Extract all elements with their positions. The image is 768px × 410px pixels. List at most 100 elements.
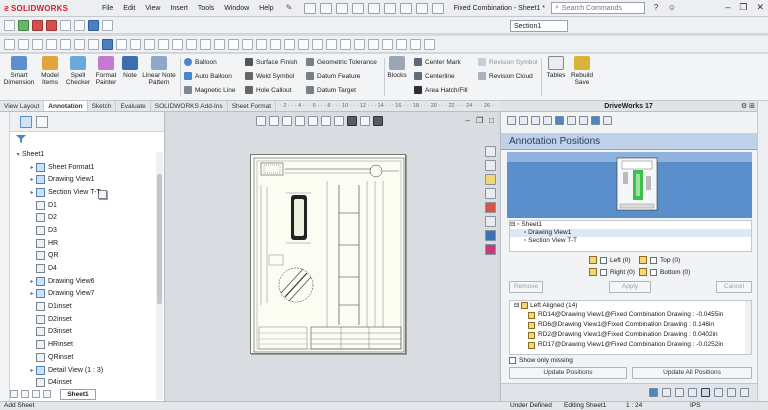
previous-view-icon[interactable] xyxy=(282,116,292,126)
update-positions-button[interactable]: Update Positions xyxy=(509,367,627,379)
file-explorer-icon[interactable] xyxy=(485,174,496,185)
cancel-button[interactable]: Cancel xyxy=(716,281,752,293)
mirror-icon[interactable] xyxy=(130,38,141,50)
tree-item[interactable]: QR xyxy=(14,250,154,263)
tab-sketch[interactable]: Sketch xyxy=(88,101,117,111)
tree-item[interactable]: D2inset xyxy=(14,313,154,326)
pan-icon[interactable] xyxy=(410,38,421,50)
tree-sheet1[interactable]: ⊟ ▫ Sheet1 xyxy=(510,221,751,229)
result-row[interactable]: RD17@Drawing View1@Fixed Combination Dra… xyxy=(510,340,751,350)
tree-item[interactable]: ▸ Drawing View7 xyxy=(14,288,154,301)
status-units[interactable]: IPS xyxy=(690,402,700,410)
custom-properties-icon[interactable] xyxy=(485,216,496,227)
stop-macro-icon[interactable] xyxy=(32,19,43,31)
view-palette-icon[interactable] xyxy=(485,188,496,199)
expand-arrow-icon[interactable]: ▸ xyxy=(28,278,36,285)
tree-item[interactable]: HRinset xyxy=(14,338,154,351)
tree-item[interactable]: HR xyxy=(14,237,154,250)
weld-symbol-button[interactable]: Weld Symbol xyxy=(245,72,294,80)
revision-cloud-button[interactable]: Revision Cloud xyxy=(478,72,533,80)
expand-arrow-icon[interactable]: ▸ xyxy=(28,367,36,374)
tree-item[interactable]: D1 xyxy=(14,199,154,212)
user-icon[interactable]: ☺ xyxy=(667,3,677,13)
centerline-sketch-icon[interactable] xyxy=(186,38,197,50)
result-row[interactable]: RD6@Drawing View1@Fixed Combination Draw… xyxy=(510,320,751,330)
dw-annotation-positions-icon[interactable] xyxy=(701,388,710,397)
menu-tools[interactable]: Tools xyxy=(198,5,214,12)
new-macro-icon[interactable] xyxy=(74,19,85,31)
convert-icon[interactable] xyxy=(298,38,309,50)
expand-arrow-icon[interactable]: ▾ xyxy=(14,151,22,158)
view-settings-icon[interactable] xyxy=(373,116,383,126)
expand-arrow-icon[interactable]: ▸ xyxy=(28,189,36,196)
appearances-icon[interactable] xyxy=(485,202,496,213)
solidworks-resources-icon[interactable] xyxy=(485,146,496,157)
pin-icon[interactable]: ✎ xyxy=(286,4,294,12)
centerline-button[interactable]: Centerline xyxy=(414,72,455,80)
relations-icon[interactable] xyxy=(158,38,169,50)
dimension-icon[interactable] xyxy=(368,38,379,50)
tree-item[interactable]: D1inset xyxy=(14,300,154,313)
dw-annotation-icon[interactable] xyxy=(591,116,600,125)
auto-balloon-button[interactable]: Auto Balloon xyxy=(184,72,232,80)
datum-target-button[interactable]: Datum Target xyxy=(306,86,356,94)
datum-feature-button[interactable]: Datum Feature xyxy=(306,72,360,80)
undo-icon[interactable] xyxy=(367,2,380,14)
rectangle-icon[interactable] xyxy=(32,38,43,50)
design-library-icon[interactable] xyxy=(485,160,496,171)
block-icon[interactable] xyxy=(354,38,365,50)
ellipse-icon[interactable] xyxy=(256,38,267,50)
blocks-button[interactable]: Blocks xyxy=(386,56,408,79)
last-sheet-icon[interactable] xyxy=(43,390,51,398)
view-orientation-icon[interactable] xyxy=(334,116,344,126)
rebuild-save-button[interactable]: Rebuild Save xyxy=(569,56,595,86)
menu-file[interactable]: File xyxy=(102,5,113,12)
apply-button[interactable]: Apply xyxy=(609,281,651,293)
tab-view-layout[interactable]: View Layout xyxy=(0,101,45,111)
tree-drawing-view1[interactable]: ▫ Drawing View1 xyxy=(510,229,751,237)
balloon-button[interactable]: Balloon xyxy=(184,58,217,66)
menu-window[interactable]: Window xyxy=(224,5,249,12)
tree-item[interactable]: ▸ Sheet Format1 xyxy=(14,161,154,174)
parabola-icon[interactable] xyxy=(270,38,281,50)
tree-scrollbar[interactable] xyxy=(156,152,163,400)
bottom-checkbox[interactable]: Bottom (0) xyxy=(639,268,690,276)
edit-macro-icon[interactable] xyxy=(60,19,71,31)
tree-item[interactable]: ▾ Sheet1 xyxy=(14,148,154,199)
hole-callout-button[interactable]: Hole Callout xyxy=(245,86,291,94)
circle-icon[interactable] xyxy=(46,38,57,50)
expand-arrow-icon[interactable]: ▸ xyxy=(28,290,36,297)
graphics-minimize-icon[interactable]: – xyxy=(466,116,470,125)
top-checkbox[interactable]: Top (0) xyxy=(639,256,680,264)
point-icon[interactable] xyxy=(172,38,183,50)
dw-home-icon[interactable] xyxy=(507,116,516,125)
new-icon[interactable] xyxy=(303,2,316,14)
model-items-button[interactable]: Model Items xyxy=(38,56,62,86)
hide-show-icon[interactable] xyxy=(360,116,370,126)
save-icon[interactable] xyxy=(335,2,348,14)
format-painter-button[interactable]: Format Painter xyxy=(93,56,119,86)
dw-test-icon[interactable] xyxy=(567,116,576,125)
group-left-aligned[interactable]: ⊟ Left Aligned (14) xyxy=(510,301,751,310)
expand-arrow-icon[interactable]: ▸ xyxy=(28,164,36,171)
tree-item[interactable]: D4 xyxy=(14,262,154,275)
remove-button[interactable]: Remove xyxy=(509,281,543,293)
tab-solidworks-add-ins[interactable]: SOLIDWORKS Add-Ins xyxy=(151,101,228,111)
driveworks-icon[interactable] xyxy=(485,230,496,241)
arc-icon[interactable] xyxy=(60,38,71,50)
right-check[interactable] xyxy=(600,268,607,276)
result-row[interactable]: RD14@Drawing View1@Fixed Combination Dra… xyxy=(510,310,751,320)
menu-insert[interactable]: Insert xyxy=(170,5,188,12)
split-icon[interactable] xyxy=(326,38,337,50)
customize-icon[interactable] xyxy=(88,19,99,31)
linear-note-pattern-button[interactable]: Linear Note Pattern xyxy=(141,56,177,86)
scrollbar-thumb[interactable] xyxy=(157,174,162,304)
display-style-icon[interactable] xyxy=(347,116,357,126)
center-mark-button[interactable]: Center Mark xyxy=(414,58,461,66)
spline-icon[interactable] xyxy=(74,38,85,50)
rebuild-icon[interactable] xyxy=(399,2,412,14)
bottom-check[interactable] xyxy=(650,268,657,276)
record-macro-icon[interactable] xyxy=(46,19,57,31)
move-icon[interactable] xyxy=(144,38,155,50)
surface-finish-button[interactable]: Surface Finish xyxy=(245,58,298,66)
